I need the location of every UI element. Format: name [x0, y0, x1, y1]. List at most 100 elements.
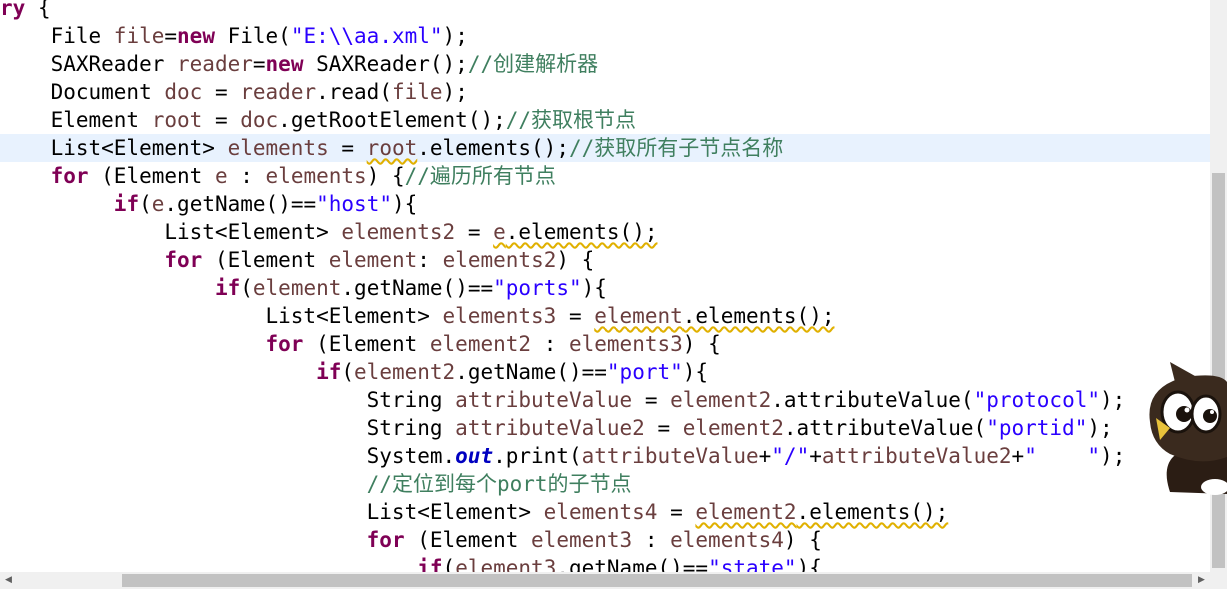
scroll-right-arrow-icon[interactable]: ▶: [1193, 572, 1210, 589]
code-line[interactable]: SAXReader reader=new SAXReader();//创建解析器: [0, 50, 1210, 78]
code-line[interactable]: System.out.print(attributeValue+"/"+attr…: [0, 442, 1210, 470]
code-token: ){: [391, 192, 418, 216]
code-line[interactable]: Document doc = reader.read(file);: [0, 78, 1210, 106]
code-token: =: [164, 24, 178, 48]
code-token: doc: [164, 80, 203, 104]
code-token: .elements();: [682, 304, 835, 328]
code-token: +: [758, 444, 772, 468]
code-token: (Element: [88, 164, 215, 188]
code-line[interactable]: for (Element element: elements2) {: [0, 246, 1210, 274]
code-token: "E:\\aa.xml": [290, 24, 443, 48]
code-token: ){: [796, 556, 822, 572]
code-token: =: [455, 220, 494, 244]
code-token: (: [240, 276, 253, 300]
code-token: "state": [708, 556, 797, 572]
code-token: System.: [0, 444, 456, 468]
code-token: .getName()==: [455, 360, 607, 384]
code-token: element: [252, 276, 342, 300]
code-line[interactable]: if(e.getName()=="host"){: [0, 190, 1210, 218]
code-token: .getName()==: [341, 276, 494, 300]
horizontal-scrollbar[interactable]: ◀ ▶: [0, 572, 1210, 589]
code-line[interactable]: File file=new File("E:\\aa.xml");: [0, 22, 1210, 50]
code-token: );: [442, 24, 468, 48]
code-token: element2: [695, 500, 797, 524]
code-line[interactable]: if(element3.getName()=="state"){: [0, 554, 1210, 572]
code-token: .read(: [316, 80, 392, 104]
code-token: (Element: [202, 248, 329, 272]
code-token: =: [657, 500, 696, 524]
code-token: new: [177, 24, 215, 48]
code-token: element2: [682, 416, 784, 440]
code-token: .attributeValue(: [783, 416, 987, 440]
code-token: for: [164, 248, 203, 272]
code-token: if: [417, 556, 443, 572]
scroll-left-arrow-icon[interactable]: ◀: [0, 572, 17, 589]
code-line[interactable]: List<Element> elements4 = element2.eleme…: [0, 498, 1210, 526]
code-token: .elements();: [417, 136, 569, 160]
code-token: elements4: [670, 528, 784, 552]
code-token: element2: [354, 360, 456, 384]
code-token: "/": [771, 444, 810, 468]
code-token: "port": [606, 360, 683, 384]
code-line[interactable]: List<Element> elements2 = e.elements();: [0, 218, 1210, 246]
code-token: (: [139, 192, 152, 216]
code-token: elements: [265, 164, 367, 188]
code-editor[interactable]: ry { File file=new File("E:\\aa.xml"); S…: [0, 0, 1210, 572]
code-token: String: [0, 388, 456, 412]
code-token: =: [556, 304, 595, 328]
code-line[interactable]: Element root = doc.getRootElement();//获取…: [0, 106, 1210, 134]
code-token: .getName()==: [164, 192, 317, 216]
code-token: );: [1100, 388, 1126, 412]
code-token: +: [809, 444, 822, 468]
code-token: SAXReader();: [303, 52, 468, 76]
code-line[interactable]: for (Element element3 : elements4) {: [0, 526, 1210, 554]
code-line[interactable]: String attributeValue2 = element2.attrib…: [0, 414, 1210, 442]
code-token: ) {: [783, 528, 822, 552]
code-token: doc: [240, 108, 279, 132]
code-token: " ": [1024, 444, 1101, 468]
scrollbar-corner: [1210, 572, 1227, 589]
horizontal-scrollbar-thumb[interactable]: [122, 574, 1192, 587]
code-token: :: [531, 332, 569, 356]
code-token: );: [1087, 416, 1113, 440]
code-token: //获取所有子节点名称: [568, 136, 784, 160]
code-token: elements3: [442, 304, 557, 328]
code-token: =: [202, 108, 241, 132]
code-token: element: [594, 304, 683, 328]
code-token: SAXReader: [0, 52, 178, 76]
code-token: element3: [455, 556, 557, 572]
code-line[interactable]: ry {: [0, 0, 1210, 22]
code-token: (: [442, 556, 456, 572]
code-token: );: [442, 80, 468, 104]
code-token: if: [113, 192, 140, 216]
code-token: if: [316, 360, 342, 384]
code-line[interactable]: if(element.getName()=="ports"){: [0, 274, 1210, 302]
code-token: List<Element>: [0, 500, 544, 524]
code-token: attributeValue2: [455, 416, 645, 440]
code-line-current[interactable]: List<Element> elements = root.elements()…: [0, 134, 1210, 162]
code-line[interactable]: String attributeValue = element2.attribu…: [0, 386, 1210, 414]
code-token: //创建解析器: [467, 52, 599, 76]
code-token: "protocol": [973, 388, 1100, 412]
code-line[interactable]: for (Element e : elements) {//遍历所有节点: [0, 162, 1210, 190]
code-token: elements3: [568, 332, 683, 356]
code-token: file: [113, 24, 165, 48]
code-token: "host": [316, 192, 392, 216]
code-line[interactable]: List<Element> elements3 = element.elemen…: [0, 302, 1210, 330]
code-token: =: [644, 416, 683, 440]
code-token: (Element: [303, 332, 430, 356]
code-token: =: [328, 136, 367, 160]
code-token: "portid": [986, 416, 1088, 440]
code-token: Document: [0, 80, 165, 104]
code-token: e: [214, 164, 228, 188]
code-line[interactable]: for (Element element2 : elements3) {: [0, 330, 1210, 358]
code-token: .getName()==: [556, 556, 709, 572]
code-token: if: [214, 276, 241, 300]
code-token: String: [0, 416, 456, 440]
code-line[interactable]: //定位到每个port的子节点: [0, 470, 1210, 498]
code-line[interactable]: if(element2.getName()=="port"){: [0, 358, 1210, 386]
code-token: elements2: [341, 220, 456, 244]
